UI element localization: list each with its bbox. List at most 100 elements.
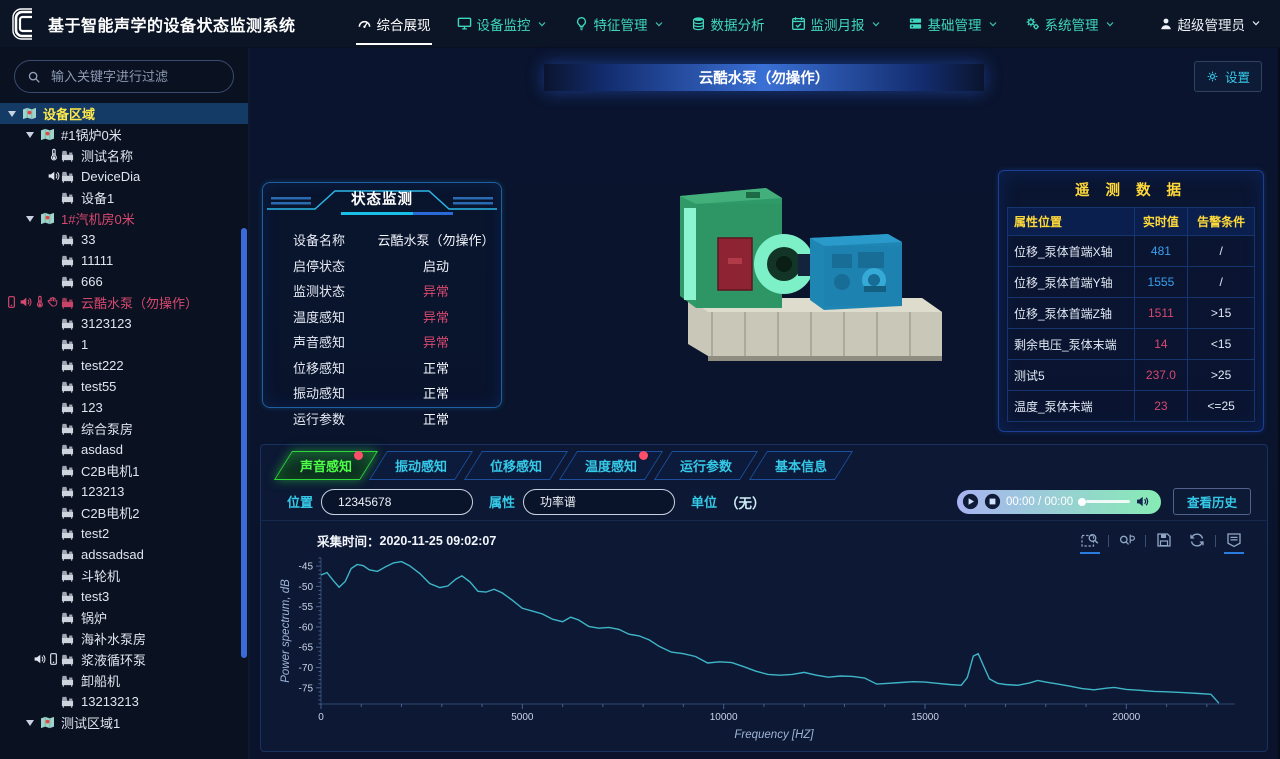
tab-label: 位移感知: [490, 456, 542, 475]
user-menu[interactable]: 超级管理员: [1159, 14, 1265, 34]
tree-item[interactable]: test2: [0, 523, 248, 544]
tree-expand-caret[interactable]: [8, 111, 16, 117]
page-title-banner: 云酷水泵（勿操作）: [544, 64, 984, 91]
tree-item[interactable]: asdasd: [0, 439, 248, 460]
tree-item[interactable]: 斗轮机: [0, 565, 248, 586]
tab-basic-info[interactable]: 基本信息: [749, 451, 853, 480]
nav-item-monthly-report[interactable]: 监测月报: [778, 0, 895, 47]
data-view-icon[interactable]: [1225, 532, 1243, 549]
tree-item[interactable]: DeviceDia: [0, 166, 248, 187]
attribute-select[interactable]: 功率谱: [523, 489, 675, 515]
telemetry-name: 位移_泵体首端X轴: [1008, 236, 1135, 267]
tree-item[interactable]: 综合泵房: [0, 418, 248, 439]
tree-item[interactable]: 设备区域: [0, 103, 248, 124]
tab-running-params[interactable]: 运行参数: [654, 451, 758, 480]
status-row: 温度感知异常: [263, 304, 501, 330]
position-select[interactable]: 12345678: [321, 489, 473, 515]
status-panel: 状态监测 设备名称云酷水泵（勿操作）启停状态启动监测状态异常温度感知异常声音感知…: [262, 182, 502, 408]
tree-item[interactable]: #1锅炉0米: [0, 124, 248, 145]
restore-icon[interactable]: [1188, 532, 1206, 549]
telemetry-table: 属性位置实时值告警条件位移_泵体首端X轴481/位移_泵体首端Y轴1555/位移…: [1007, 207, 1255, 422]
tree-item[interactable]: test55: [0, 376, 248, 397]
nav-item-label: 综合展现: [377, 14, 431, 34]
tree-item[interactable]: 卸船机: [0, 670, 248, 691]
tree-item-label: DeviceDia: [81, 169, 140, 184]
tree-item[interactable]: 1: [0, 334, 248, 355]
tree-item[interactable]: test222: [0, 355, 248, 376]
tree-item-label: test2: [81, 526, 109, 541]
tree-item[interactable]: C2B电机2: [0, 502, 248, 523]
status-panel-title: 状态监测: [263, 188, 501, 209]
save-image-icon[interactable]: [1155, 532, 1173, 549]
nav-item-system-mgmt[interactable]: 系统管理: [1012, 0, 1129, 47]
tree-item[interactable]: 33: [0, 229, 248, 250]
tree-item[interactable]: 浆液循环泵: [0, 649, 248, 670]
tree-item[interactable]: 123213: [0, 481, 248, 502]
telemetry-value: 14: [1134, 329, 1188, 360]
tab-vibration[interactable]: 振动感知: [369, 451, 473, 480]
tree-item-label: #1锅炉0米: [61, 125, 122, 144]
search-input[interactable]: [49, 68, 221, 85]
tab-sound[interactable]: 声音感知: [274, 451, 378, 480]
speaker-icon: [33, 652, 46, 666]
nav-item-basic-mgmt[interactable]: 基础管理: [895, 0, 1012, 47]
tree-item[interactable]: 海补水泵房: [0, 628, 248, 649]
nav-item-overview[interactable]: 综合展现: [344, 0, 444, 47]
data-zoom-icon[interactable]: [1081, 532, 1099, 549]
tree-item[interactable]: 1#汽机房0米: [0, 208, 248, 229]
tree-item[interactable]: 666: [0, 271, 248, 292]
tree-expand-caret[interactable]: [26, 216, 34, 222]
tree-item[interactable]: 测试名称: [0, 145, 248, 166]
tree-item-label: 卸船机: [81, 671, 120, 690]
tree-expand-caret[interactable]: [26, 132, 34, 138]
view-history-button[interactable]: 查看历史: [1173, 488, 1251, 515]
tree-item[interactable]: 测试区域1: [0, 712, 248, 733]
telemetry-name: 位移_泵体首端Z轴: [1008, 298, 1135, 329]
device-icon: [60, 380, 75, 393]
tree-item[interactable]: 3123123: [0, 313, 248, 334]
player-seek-slider[interactable]: [1078, 498, 1130, 506]
tree-item[interactable]: 云酷水泵（勿操作）: [0, 292, 248, 313]
nav-item-feature-mgmt[interactable]: 特征管理: [561, 0, 678, 47]
spectrum-chart[interactable]: 05000100001500020000-45-50-55-60-65-70-7…: [273, 552, 1257, 752]
tree-expand-caret[interactable]: [26, 720, 34, 726]
table-row: 位移_泵体首端Z轴1511>15: [1008, 298, 1255, 329]
zoom-reset-icon[interactable]: [1118, 532, 1136, 549]
telemetry-value: 1555: [1134, 267, 1188, 298]
nav-item-data-analysis[interactable]: 数据分析: [678, 0, 778, 47]
tree-item-label: 设备区域: [43, 104, 95, 123]
device-icon: [60, 149, 75, 162]
tree-item-label: 33: [81, 232, 95, 247]
main-nav: 综合展现设备监控特征管理数据分析监测月报基础管理系统管理: [344, 0, 1129, 47]
svg-text:0: 0: [318, 712, 324, 723]
tree-item[interactable]: test3: [0, 586, 248, 607]
sidebar-scrollbar[interactable]: [241, 228, 247, 658]
tree-item-label: test3: [81, 589, 109, 604]
equipment-3d-model[interactable]: [650, 146, 972, 390]
volume-icon[interactable]: [1135, 494, 1150, 509]
play-button[interactable]: [962, 493, 979, 510]
tree-item-label: 3123123: [81, 316, 132, 331]
device-icon: [60, 674, 75, 687]
device-icon: [60, 338, 75, 351]
svg-text:-65: -65: [299, 643, 314, 654]
tab-temperature[interactable]: 温度感知: [559, 451, 663, 480]
tab-displacement[interactable]: 位移感知: [464, 451, 568, 480]
area-map-icon: [40, 212, 55, 225]
status-label: 声音感知: [263, 332, 371, 351]
top-navbar: 基于智能声学的设备状态监测系统 综合展现设备监控特征管理数据分析监测月报基础管理…: [0, 0, 1280, 48]
alert-dot: [639, 451, 648, 460]
status-row: 位移感知正常: [263, 355, 501, 381]
settings-button[interactable]: 设置: [1194, 61, 1262, 92]
stop-button[interactable]: [984, 493, 1001, 510]
status-value: 云酷水泵（勿操作）: [371, 230, 501, 249]
nav-item-device-monitor[interactable]: 设备监控: [444, 0, 561, 47]
tree-item[interactable]: adssadsad: [0, 544, 248, 565]
tree-item[interactable]: 13213213: [0, 691, 248, 712]
tree-item[interactable]: 锅炉: [0, 607, 248, 628]
tree-item[interactable]: 设备1: [0, 187, 248, 208]
device-icon: [60, 254, 75, 267]
tree-item[interactable]: C2B电机1: [0, 460, 248, 481]
tree-item[interactable]: 11111: [0, 250, 248, 271]
tree-item[interactable]: 123: [0, 397, 248, 418]
